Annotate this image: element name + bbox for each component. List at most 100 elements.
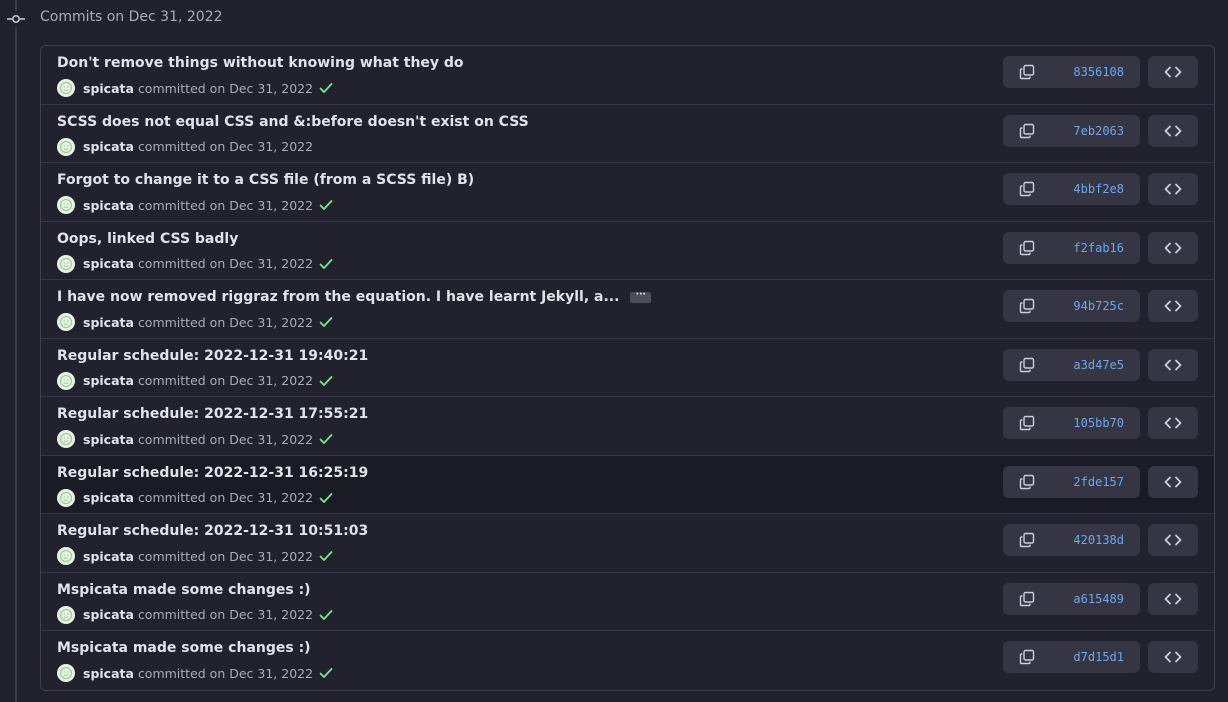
check-icon[interactable] bbox=[319, 433, 333, 445]
commit-sha-link[interactable]: 4bbf2e8 bbox=[1051, 182, 1140, 196]
commit-row[interactable]: Mspicata made some changes :) spicata co… bbox=[41, 573, 1214, 631]
browse-repo-button[interactable] bbox=[1148, 465, 1198, 498]
copy-icon[interactable] bbox=[1003, 649, 1051, 665]
sha-button-group: a3d47e5 bbox=[1003, 348, 1140, 381]
commit-title[interactable]: Regular schedule: 2022-12-31 19:40:21 bbox=[57, 348, 368, 364]
check-icon[interactable] bbox=[319, 609, 333, 621]
commit-sha-link[interactable]: d7d15d1 bbox=[1051, 650, 1140, 664]
author-link[interactable]: spicata bbox=[83, 432, 134, 447]
commit-row[interactable]: Mspicata made some changes :) spicata co… bbox=[41, 631, 1214, 690]
commit-title-link[interactable]: Oops, linked CSS badly bbox=[57, 231, 238, 247]
check-icon[interactable] bbox=[319, 82, 333, 94]
commit-title-link[interactable]: Mspicata made some changes :) bbox=[57, 640, 311, 656]
commit-title[interactable]: SCSS does not equal CSS and &:before doe… bbox=[57, 114, 529, 130]
commit-row[interactable]: Regular schedule: 2022-12-31 17:55:21 sp… bbox=[41, 397, 1214, 456]
commit-sha-link[interactable]: 7eb2063 bbox=[1051, 124, 1140, 138]
commit-row[interactable]: Regular schedule: 2022-12-31 16:25:19 sp… bbox=[41, 455, 1214, 514]
avatar[interactable] bbox=[57, 313, 75, 331]
copy-icon[interactable] bbox=[1003, 298, 1051, 314]
author-link[interactable]: spicata bbox=[83, 198, 134, 213]
avatar[interactable] bbox=[57, 664, 75, 682]
browse-repo-button[interactable] bbox=[1148, 524, 1198, 556]
author-link[interactable]: spicata bbox=[83, 315, 134, 330]
check-icon[interactable] bbox=[319, 375, 333, 387]
commit-title-link[interactable]: Regular schedule: 2022-12-31 17:55:21 bbox=[57, 406, 368, 422]
author-link[interactable]: spicata bbox=[83, 256, 134, 271]
copy-icon[interactable] bbox=[1003, 123, 1051, 139]
commit-title[interactable]: Regular schedule: 2022-12-31 17:55:21 bbox=[57, 406, 368, 422]
commit-row[interactable]: SCSS does not equal CSS and &:before doe… bbox=[41, 105, 1214, 163]
commit-sha-link[interactable]: 8356108 bbox=[1051, 65, 1140, 79]
commit-title[interactable]: Don't remove things without knowing what… bbox=[57, 55, 464, 71]
commit-title[interactable]: Mspicata made some changes :) bbox=[57, 640, 311, 656]
avatar[interactable] bbox=[57, 137, 75, 156]
ellipsis-icon[interactable]: ··· bbox=[630, 290, 652, 303]
check-icon[interactable] bbox=[319, 258, 333, 270]
browse-repo-button[interactable] bbox=[1148, 348, 1198, 381]
commit-title-link[interactable]: I have now removed riggraz from the equa… bbox=[57, 289, 652, 305]
copy-icon[interactable] bbox=[1003, 474, 1051, 490]
commit-title-link[interactable]: Regular schedule: 2022-12-31 10:51:03 bbox=[57, 523, 368, 539]
copy-icon[interactable] bbox=[1003, 415, 1051, 431]
copy-icon[interactable] bbox=[1003, 532, 1051, 548]
commit-sha-link[interactable]: f2fab16 bbox=[1051, 241, 1140, 255]
commit-row[interactable]: Regular schedule: 2022-12-31 10:51:03 sp… bbox=[41, 514, 1214, 573]
browse-repo-button[interactable] bbox=[1148, 114, 1198, 147]
commit-sha-link[interactable]: 420138d bbox=[1051, 533, 1140, 547]
author-link[interactable]: spicata bbox=[83, 666, 134, 681]
copy-icon[interactable] bbox=[1003, 240, 1051, 256]
check-icon[interactable] bbox=[319, 199, 333, 211]
avatar[interactable] bbox=[57, 605, 75, 624]
commit-title-link[interactable]: Don't remove things without knowing what… bbox=[57, 55, 464, 71]
avatar[interactable] bbox=[57, 196, 75, 214]
commit-title-link[interactable]: SCSS does not equal CSS and &:before doe… bbox=[57, 114, 529, 130]
author-link[interactable]: spicata bbox=[83, 81, 134, 96]
commit-sha-link[interactable]: a3d47e5 bbox=[1051, 358, 1140, 372]
author-link[interactable]: spicata bbox=[83, 139, 134, 154]
copy-icon[interactable] bbox=[1003, 591, 1051, 607]
commit-title[interactable]: I have now removed riggraz from the equa… bbox=[57, 289, 619, 305]
avatar[interactable] bbox=[57, 547, 75, 565]
browse-repo-button[interactable] bbox=[1148, 407, 1198, 439]
commit-row[interactable]: Don't remove things without knowing what… bbox=[41, 46, 1214, 105]
commit-title-link[interactable]: Regular schedule: 2022-12-31 19:40:21 bbox=[57, 348, 368, 364]
commit-title[interactable]: Regular schedule: 2022-12-31 16:25:19 bbox=[57, 465, 368, 481]
check-icon[interactable] bbox=[319, 667, 333, 679]
commit-title[interactable]: Forgot to change it to a CSS file (from … bbox=[57, 172, 474, 188]
commit-title-link[interactable]: Regular schedule: 2022-12-31 16:25:19 bbox=[57, 465, 368, 481]
check-icon[interactable] bbox=[319, 492, 333, 504]
author-link[interactable]: spicata bbox=[83, 490, 134, 505]
avatar[interactable] bbox=[57, 430, 75, 448]
check-icon[interactable] bbox=[319, 316, 333, 328]
browse-repo-button[interactable] bbox=[1148, 290, 1198, 322]
copy-icon[interactable] bbox=[1003, 357, 1051, 373]
commit-title-link[interactable]: Mspicata made some changes :) bbox=[57, 582, 311, 598]
commit-title[interactable]: Mspicata made some changes :) bbox=[57, 582, 311, 598]
browse-repo-button[interactable] bbox=[1148, 641, 1198, 673]
commit-title[interactable]: Oops, linked CSS badly bbox=[57, 231, 238, 247]
check-icon[interactable] bbox=[319, 550, 333, 562]
copy-icon[interactable] bbox=[1003, 181, 1051, 197]
author-link[interactable]: spicata bbox=[83, 549, 134, 564]
copy-icon[interactable] bbox=[1003, 64, 1051, 80]
commit-row[interactable]: Oops, linked CSS badly spicata committed… bbox=[41, 222, 1214, 280]
commit-row[interactable]: Regular schedule: 2022-12-31 19:40:21 sp… bbox=[41, 339, 1214, 397]
commit-row[interactable]: I have now removed riggraz from the equa… bbox=[41, 280, 1214, 339]
browse-repo-button[interactable] bbox=[1148, 56, 1198, 88]
commit-row[interactable]: Forgot to change it to a CSS file (from … bbox=[41, 163, 1214, 222]
commit-sha-link[interactable]: 105bb70 bbox=[1051, 416, 1140, 430]
commit-sha-link[interactable]: 2fde157 bbox=[1051, 475, 1140, 489]
author-link[interactable]: spicata bbox=[83, 607, 134, 622]
commit-title-link[interactable]: Forgot to change it to a CSS file (from … bbox=[57, 172, 474, 188]
browse-repo-button[interactable] bbox=[1148, 173, 1198, 205]
avatar[interactable] bbox=[57, 371, 75, 390]
browse-repo-button[interactable] bbox=[1148, 231, 1198, 264]
author-link[interactable]: spicata bbox=[83, 373, 134, 388]
avatar[interactable] bbox=[57, 254, 75, 273]
browse-repo-button[interactable] bbox=[1148, 582, 1198, 615]
commit-sha-link[interactable]: 94b725c bbox=[1051, 299, 1140, 313]
avatar[interactable] bbox=[57, 488, 75, 507]
commit-title[interactable]: Regular schedule: 2022-12-31 10:51:03 bbox=[57, 523, 368, 539]
commit-sha-link[interactable]: a615489 bbox=[1051, 592, 1140, 606]
avatar[interactable] bbox=[57, 79, 75, 97]
